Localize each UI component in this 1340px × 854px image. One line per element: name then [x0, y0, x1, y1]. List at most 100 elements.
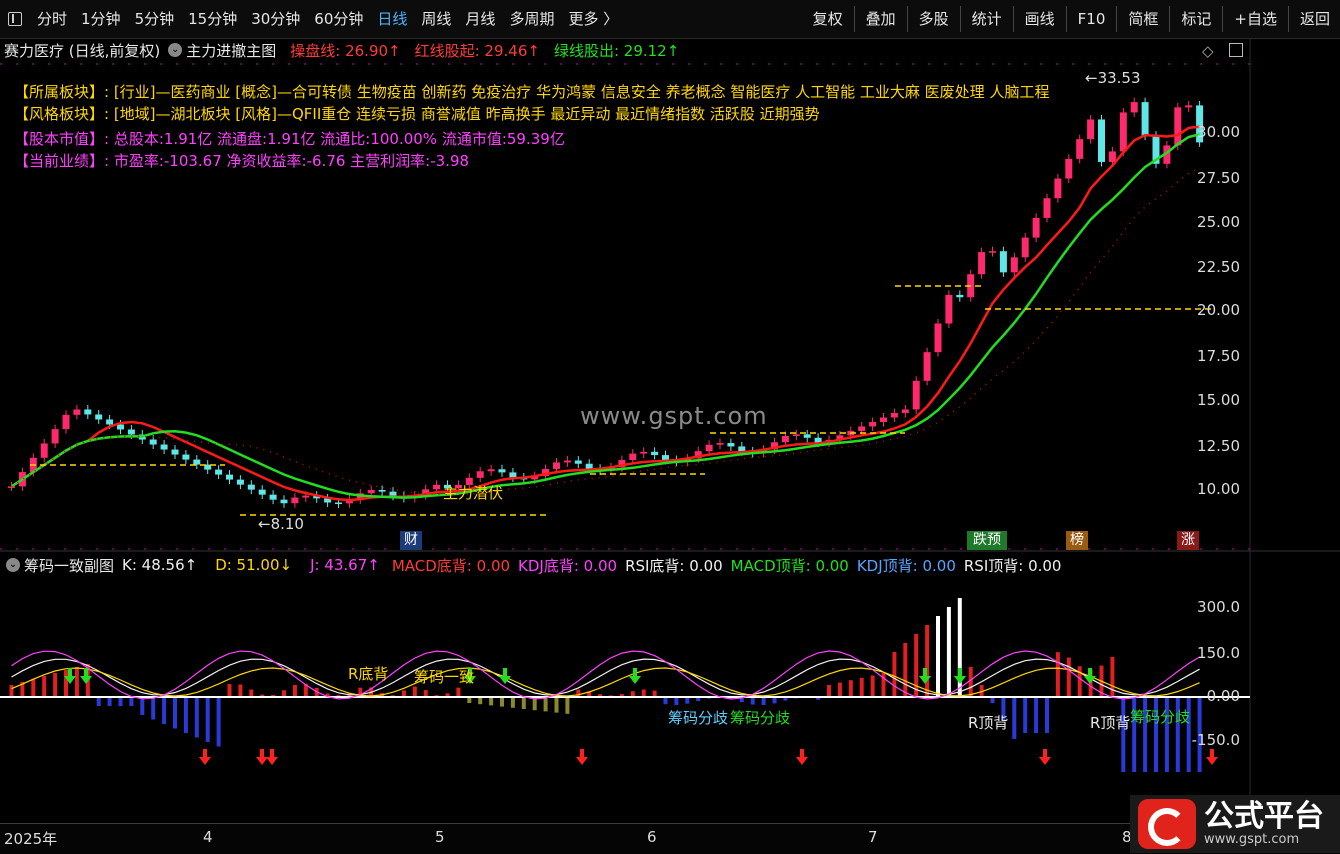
- macd-bar: [42, 676, 47, 697]
- candle-body: [999, 251, 1007, 273]
- candle-body: [40, 443, 48, 458]
- candle-body: [563, 460, 571, 463]
- candle-body: [95, 414, 103, 420]
- candle-body: [651, 451, 659, 456]
- chip-divergence-label: 筹码分歧: [730, 709, 791, 727]
- candle-body: [869, 421, 877, 427]
- candle-body: [662, 455, 669, 460]
- rsi-top-div: RSI顶背: 0.00: [963, 556, 1062, 575]
- macd-bar: [282, 690, 286, 697]
- candle-body: [1174, 107, 1182, 146]
- macd-bar: [925, 625, 930, 697]
- r-top-div-label: R顶背: [1090, 714, 1131, 732]
- capital-info: 【股本市值】: 总股本:1.91亿 流通盘:1.91亿 流通比:100.00% …: [14, 130, 565, 148]
- kdj-top-div: KDJ顶背: 0.00: [856, 556, 956, 575]
- candle-body: [1065, 158, 1073, 179]
- y-tick: 12.50: [1197, 437, 1240, 455]
- candle-body: [945, 294, 953, 324]
- candle-body: [1032, 217, 1040, 238]
- macd-bar: [968, 667, 973, 697]
- macd-bar: [500, 697, 504, 707]
- candle-body: [803, 434, 811, 438]
- candle-body: [890, 413, 898, 418]
- logo-g-icon: [1138, 799, 1196, 849]
- sub-indicator-dropdown-icon[interactable]: ⌄: [6, 558, 20, 572]
- macd-bar: [870, 675, 875, 697]
- candle-body: [1119, 112, 1127, 152]
- candle-body: [912, 380, 920, 410]
- macd-bar: [543, 697, 548, 712]
- macd-bar: [1045, 697, 1049, 733]
- macd-bar: [1110, 656, 1115, 697]
- candle-body: [236, 479, 244, 485]
- up-arrow-icon: [266, 749, 278, 765]
- candle-body: [487, 469, 495, 472]
- macd-bar: [827, 685, 831, 697]
- macd-bar: [151, 697, 156, 720]
- candle-body: [171, 449, 179, 455]
- macd-bar: [914, 634, 919, 697]
- candle-body: [247, 484, 255, 490]
- candle-body: [226, 474, 233, 480]
- lurk-label: 主力潜伏: [443, 484, 504, 502]
- candle-body: [792, 434, 800, 436]
- candle-body: [1130, 102, 1138, 113]
- logo-name: 公式平台: [1204, 798, 1324, 834]
- r-bottom-div-label: R底背: [348, 665, 389, 683]
- macd-bar: [521, 697, 526, 709]
- macd-bar: [761, 697, 766, 706]
- k-line: [11, 658, 1200, 696]
- macd-bar: [249, 689, 254, 697]
- rise-badge[interactable]: 涨: [1177, 531, 1199, 550]
- macd-bar: [53, 673, 58, 697]
- candle-body: [1010, 257, 1018, 273]
- fall-warning-badge[interactable]: 跌预: [967, 531, 1007, 550]
- kdj-bottom-div: KDJ底背: 0.00: [518, 556, 618, 575]
- candle-body: [781, 435, 789, 443]
- r-top-div-label: R顶背: [968, 714, 1009, 732]
- macd-bar: [1077, 666, 1082, 697]
- up-arrow-icon: [1206, 749, 1218, 765]
- macd-bar: [412, 686, 417, 697]
- y-tick: 30.00: [1197, 123, 1240, 141]
- macd-bar: [118, 697, 123, 706]
- x-tick: 7: [868, 828, 878, 846]
- candle-body: [738, 446, 746, 452]
- candle-body: [258, 489, 266, 495]
- finance-badge[interactable]: 财: [400, 531, 422, 550]
- macd-bar: [1012, 697, 1017, 739]
- candle-body: [280, 499, 288, 504]
- macd-bar: [1023, 697, 1028, 733]
- candle-body: [367, 490, 375, 494]
- candle-body: [160, 444, 168, 450]
- sub-indicator-name[interactable]: 筹码一致副图: [24, 555, 114, 576]
- macd-bar: [238, 684, 243, 697]
- macd-bar: [456, 687, 461, 697]
- candle-body: [215, 469, 223, 475]
- candle-body: [73, 409, 81, 415]
- macd-bar: [510, 697, 515, 708]
- chip-divergence-label: 筹码分歧: [668, 709, 729, 727]
- macd-bar: [1121, 697, 1126, 772]
- candle-body: [1098, 119, 1105, 162]
- candle-body: [1141, 102, 1149, 136]
- macd-bar: [205, 697, 210, 742]
- candle-body: [705, 444, 713, 452]
- macd-bar: [903, 643, 908, 697]
- macd-bar: [129, 697, 134, 706]
- logo-url: www.gspt.com: [1204, 831, 1300, 847]
- macd-bar: [554, 697, 559, 713]
- k-value: K: 48.56↑: [122, 556, 198, 574]
- candle-body: [62, 414, 70, 430]
- sub-chart-title: ⌄ 筹码一致副图 K: 48.56↑ D: 51.00↓ J: 43.67↑ M…: [0, 553, 1061, 577]
- macd-bar: [489, 697, 494, 706]
- candle-body: [858, 426, 866, 431]
- macd-bar: [674, 697, 679, 706]
- x-tick: 6: [647, 828, 657, 846]
- macd-bar: [183, 697, 188, 733]
- ranking-badge[interactable]: 榜: [1066, 531, 1088, 550]
- chip-divergence-label: 筹码分歧: [1130, 708, 1191, 726]
- candle-body: [934, 323, 942, 353]
- macd-bar: [216, 697, 221, 747]
- j-value: J: 43.67↑: [310, 556, 380, 574]
